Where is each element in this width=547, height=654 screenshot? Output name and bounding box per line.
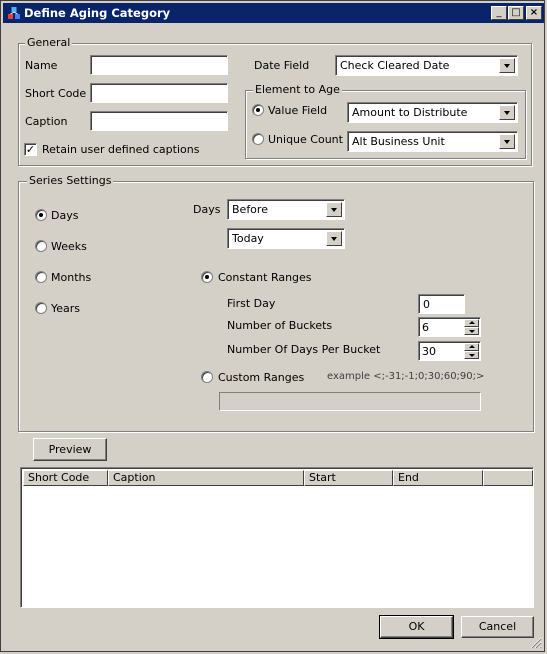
unique-count-radio[interactable] (252, 133, 264, 145)
preview-list[interactable]: Short Code Caption Start End (20, 467, 534, 608)
unique-count-label: Unique Count (268, 133, 343, 146)
chevron-down-icon[interactable] (326, 231, 342, 246)
spin-up-icon[interactable] (464, 343, 479, 351)
period-radio-days[interactable] (35, 209, 47, 221)
custom-ranges-label: Custom Ranges (218, 371, 305, 384)
period-radio-years[interactable] (35, 302, 47, 314)
spin-up-icon[interactable] (464, 319, 479, 327)
retain-captions-checkbox[interactable]: ✓ (24, 143, 37, 156)
date-field-select[interactable]: Check Cleared Date (335, 55, 518, 76)
chevron-down-icon[interactable] (499, 105, 515, 120)
column-header-caption[interactable]: Caption (108, 470, 304, 486)
custom-ranges-radio[interactable] (201, 371, 213, 383)
element-to-age-legend: Element to Age (253, 83, 342, 96)
first-day-label: First Day (227, 297, 276, 310)
period-radio-weeks[interactable] (35, 240, 47, 252)
buckets-stepper[interactable]: 6 (418, 317, 481, 337)
unique-count-select[interactable]: Alt Business Unit (347, 131, 518, 152)
dialog-window: Define Aging Category _ □ × General Name… (0, 0, 545, 652)
days-per-bucket-stepper[interactable]: 30 (418, 341, 481, 361)
date-field-label: Date Field (254, 59, 310, 72)
short-code-label: Short Code (25, 87, 87, 100)
maximize-icon: □ (511, 7, 521, 18)
column-header-short-code[interactable]: Short Code (23, 470, 108, 486)
minimize-button[interactable]: _ (491, 6, 507, 20)
chevron-down-icon[interactable] (499, 58, 515, 73)
period-label-weeks: Weeks (51, 240, 87, 253)
general-legend: General (25, 36, 73, 49)
constant-ranges-label: Constant Ranges (218, 271, 312, 284)
value-field-select[interactable]: Amount to Distribute (347, 102, 518, 123)
anchor-select[interactable]: Today (227, 228, 345, 249)
chevron-down-icon[interactable] (499, 134, 515, 149)
ok-button[interactable]: OK (379, 615, 454, 639)
column-header-start[interactable]: Start (304, 470, 393, 486)
close-button[interactable]: × (526, 6, 542, 20)
column-header-filler (483, 470, 533, 486)
title-bar[interactable]: Define Aging Category _ □ × (3, 3, 544, 23)
short-code-input[interactable] (90, 83, 228, 103)
period-label-years: Years (51, 302, 81, 315)
retain-captions-label: Retain user defined captions (42, 143, 200, 156)
resize-grip-icon[interactable] (530, 637, 542, 649)
caption-label: Caption (25, 115, 68, 128)
column-header-end[interactable]: End (393, 470, 483, 486)
period-label-days: Days (51, 209, 79, 222)
window-title: Define Aging Category (24, 6, 171, 20)
period-label-months: Months (51, 271, 92, 284)
custom-ranges-input[interactable] (219, 392, 481, 411)
days-label: Days (193, 203, 221, 216)
custom-ranges-example: example <;-31;-1;0;30;60;90;> (327, 371, 485, 382)
value-field-label: Value Field (268, 104, 328, 117)
close-icon: × (529, 7, 539, 18)
caption-input[interactable] (90, 111, 228, 131)
relation-select[interactable]: Before (227, 199, 345, 220)
series-settings-legend: Series Settings (27, 174, 114, 187)
preview-button[interactable]: Preview (33, 438, 107, 461)
cancel-button[interactable]: Cancel (461, 616, 534, 638)
constant-ranges-radio[interactable] (201, 271, 213, 283)
chevron-down-icon[interactable] (326, 202, 342, 217)
minimize-icon: _ (496, 7, 502, 18)
spin-down-icon[interactable] (464, 327, 479, 335)
app-icon (8, 7, 20, 19)
name-input[interactable] (90, 55, 228, 75)
maximize-button[interactable]: □ (508, 6, 524, 20)
buckets-label: Number of Buckets (227, 319, 333, 332)
value-field-radio[interactable] (252, 104, 264, 116)
period-radio-months[interactable] (35, 271, 47, 283)
name-label: Name (25, 59, 58, 72)
preview-list-header: Short Code Caption Start End (23, 470, 533, 486)
first-day-input[interactable]: 0 (418, 294, 465, 314)
spin-down-icon[interactable] (464, 351, 479, 359)
days-per-bucket-label: Number Of Days Per Bucket (227, 343, 381, 356)
